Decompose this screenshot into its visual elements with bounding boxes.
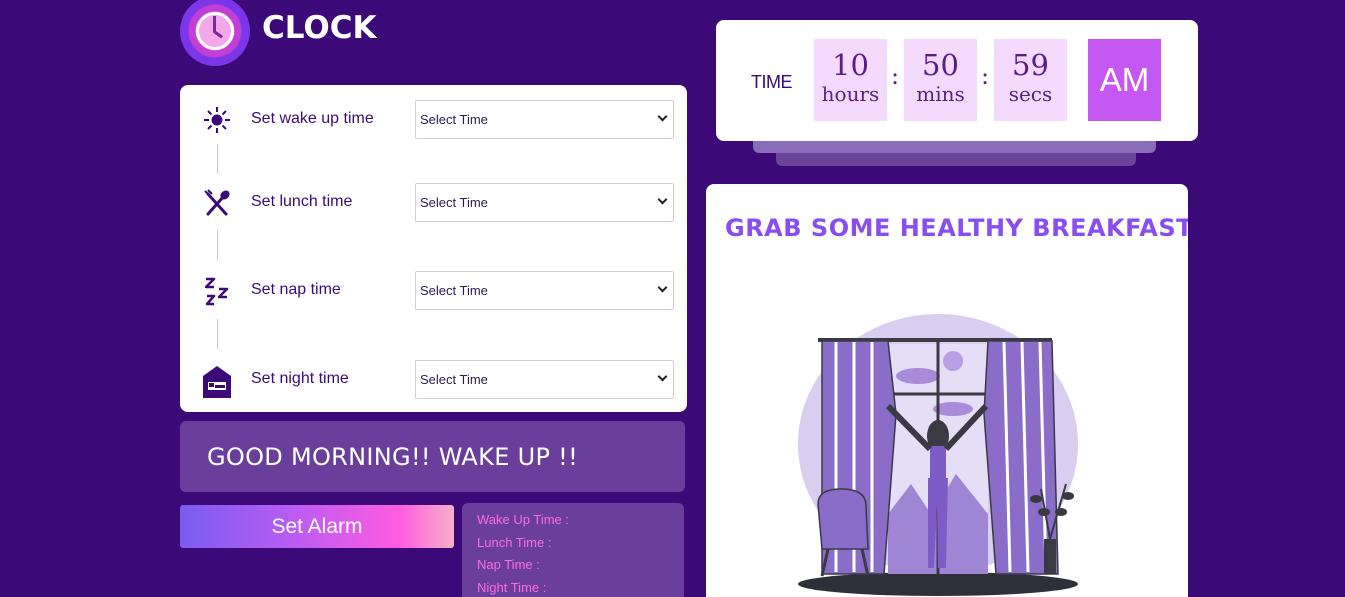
time-separator: : bbox=[981, 62, 990, 90]
minutes-value: 50 bbox=[922, 48, 959, 82]
night-time-label: Set night time bbox=[251, 370, 349, 387]
zzz-icon bbox=[202, 276, 232, 306]
divider bbox=[217, 230, 218, 260]
chevron-down-icon bbox=[657, 111, 668, 122]
seconds-unit: secs bbox=[1008, 82, 1053, 106]
hours-box: 10 hours bbox=[814, 39, 887, 121]
night-time-select[interactable]: Select Time bbox=[415, 360, 674, 399]
time-label: TIME bbox=[751, 72, 793, 92]
chevron-down-icon bbox=[657, 282, 668, 293]
chevron-down-icon bbox=[657, 194, 668, 205]
chevron-down-icon bbox=[657, 371, 668, 382]
sun-icon bbox=[202, 105, 232, 135]
lunch-time-select[interactable]: Select Time bbox=[415, 183, 674, 222]
clock-logo-icon bbox=[180, 0, 250, 66]
wake-time-row: Set wake up time Select Time bbox=[180, 100, 687, 140]
hours-unit: hours bbox=[821, 82, 880, 106]
minutes-unit: mins bbox=[916, 82, 965, 106]
am-pm-indicator: AM bbox=[1088, 39, 1161, 121]
summary-nap: Nap Time : bbox=[477, 557, 540, 572]
time-separator: : bbox=[891, 62, 900, 90]
divider bbox=[217, 319, 218, 349]
wake-time-label: Set wake up time bbox=[251, 110, 374, 127]
minutes-box: 50 mins bbox=[904, 39, 977, 121]
nap-time-row: Set nap time Select Time bbox=[180, 271, 687, 311]
time-display-card: TIME 10 hours : 50 mins : 59 secs AM bbox=[716, 20, 1198, 141]
greeting-text: GOOD MORNING!! WAKE UP !! bbox=[207, 443, 578, 471]
night-time-row: Set night time Select Time bbox=[180, 360, 687, 400]
wake-time-select[interactable]: Select Time bbox=[415, 100, 674, 139]
divider bbox=[217, 144, 218, 174]
summary-lunch: Lunch Time : bbox=[477, 534, 552, 550]
seconds-box: 59 secs bbox=[994, 39, 1067, 121]
brand-name: CLOCK bbox=[262, 10, 377, 46]
hours-value: 10 bbox=[832, 48, 869, 82]
lunch-time-label: Set lunch time bbox=[251, 193, 353, 210]
seconds-value: 59 bbox=[1012, 48, 1049, 82]
morning-window-illustration bbox=[798, 314, 1078, 596]
nap-time-select[interactable]: Select Time bbox=[415, 271, 674, 310]
summary-night: Night Time : bbox=[477, 579, 547, 595]
fork-spoon-icon bbox=[202, 188, 232, 218]
summary-wake: Wake Up Time : bbox=[477, 512, 569, 527]
nap-time-label: Set nap time bbox=[251, 281, 341, 298]
bed-house-icon bbox=[202, 365, 232, 398]
set-alarm-button[interactable]: Set Alarm bbox=[180, 505, 454, 548]
greeting-banner: GOOD MORNING!! WAKE UP !! bbox=[180, 421, 685, 492]
time-settings-card: Set wake up time Select Time Set lunch t… bbox=[180, 85, 687, 412]
alarm-summary: Wake Up Time : Lunch Time : Nap Time : N… bbox=[462, 503, 684, 597]
message-card: GRAB SOME HEALTHY BREAKFAST!! bbox=[706, 184, 1188, 597]
lunch-time-row: Set lunch time Select Time bbox=[180, 183, 687, 223]
